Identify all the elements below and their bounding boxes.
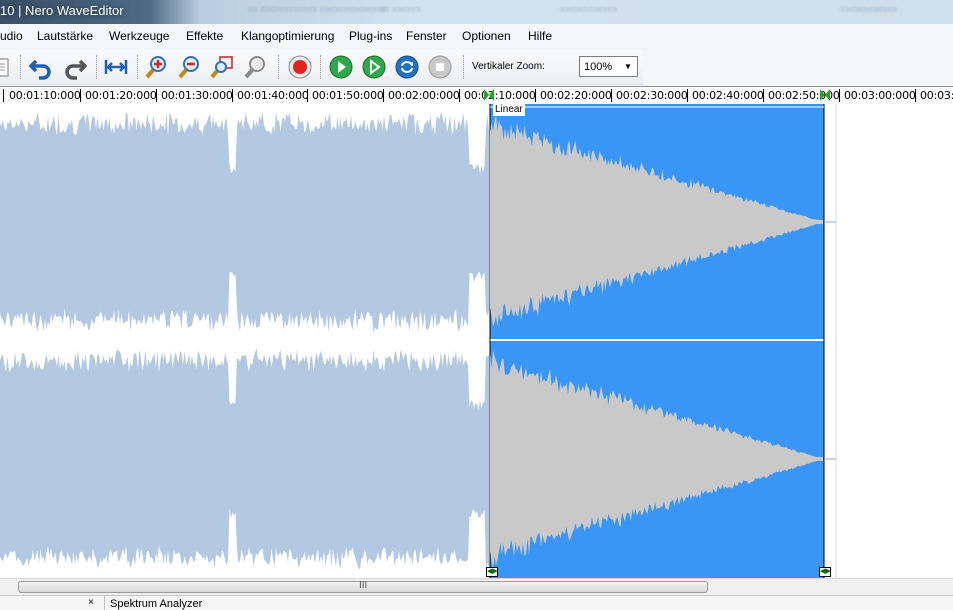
vertical-zoom-value: 100% [584,61,613,73]
ruler-tick-mark [839,89,840,102]
play-icon[interactable] [328,54,354,80]
ruler-tick-mark [535,89,536,102]
stop-icon[interactable] [427,54,453,80]
ruler-tick-mark [307,89,308,102]
ruler-tick-label: 00:03:00:000 [844,89,916,102]
ruler-tick-label: 00:01:50:000 [312,89,384,102]
ruler-tick-label: 00:03:10:000 [920,89,953,102]
loop-icon[interactable] [394,54,420,80]
window-title: 10 | Nero WaveEditor [0,3,124,18]
ruler-tick-label: 00:02:00:000 [388,89,460,102]
toolbar-separator [278,55,280,79]
menu-werkzeuge[interactable]: Werkzeuge [109,29,169,43]
zoom-out-icon[interactable] [176,54,202,80]
selection-start-handle-icon[interactable]: ◀▶ [486,567,498,577]
title-bar: 10 | Nero WaveEditor ▭ ▭▭▭▭▭▭ ▭▭▭▭▭▭▭ ▭ … [0,0,953,24]
ruler-tick-mark [763,89,764,102]
ruler-tick-label: 00:01:10:000 [9,89,81,102]
ruler-tick-mark [383,89,384,102]
menu-hilfe[interactable]: Hilfe [528,29,552,43]
ruler-tick-mark [80,89,81,102]
ruler-tick-mark [156,89,157,102]
bottom-panel: × Spektrum Analyzer [0,595,953,610]
ruler-tick-label: 00:02:20:000 [540,89,612,102]
ruler-tick-label: 00:01:20:000 [85,89,157,102]
bottom-left-panel: × [0,596,105,610]
menu-lautstaerke[interactable]: Lautstärke [37,29,93,43]
menu-optionen[interactable]: Optionen [462,29,511,43]
toolbar-separator [96,55,98,79]
horizontal-scrollbar[interactable]: III [0,578,953,596]
toolbar-separator [20,55,22,79]
waveform-view[interactable] [0,104,953,578]
ruler-tick-label: 00:01:30:000 [161,89,233,102]
chevron-down-icon: ▼ [624,62,632,71]
ruler-tick-label: 00:02:40:000 [692,89,764,102]
background-tab-blur: ▭▭▭▭▭▭ [560,4,617,15]
spectrum-analyzer-tab[interactable]: Spektrum Analyzer [110,598,202,610]
menu-bar: udio Lautstärke Werkzeuge Effekte Klango… [0,24,953,49]
zoom-selection-icon[interactable] [209,54,235,80]
background-tab-blur: ▭ ▭▭▭ [380,4,421,15]
toolbar-separator [320,55,322,79]
ruler-tick-label: 00:01:40:000 [237,89,309,102]
ruler-tick-mark [459,89,460,102]
menu-effekte[interactable]: Effekte [186,29,223,43]
document-icon[interactable] [0,54,16,80]
menu-plugins[interactable]: Plug-ins [349,29,392,43]
zoom-full-icon[interactable] [242,54,268,80]
background-tab-blur: ▭▭▭▭▭▭ [840,4,897,15]
record-icon[interactable] [287,54,313,80]
fade-type-label: Linear [493,104,525,116]
fit-width-icon[interactable] [103,54,129,80]
menu-fenster[interactable]: Fenster [406,29,447,43]
redo-icon[interactable] [62,54,88,80]
scrollbar-grip: III [359,580,368,591]
background-tab-blur: ▭ ▭▭▭▭▭▭ ▭▭▭▭▭▭▭ [248,4,386,15]
zoom-in-icon[interactable] [143,54,169,80]
fade-start-marker-icon[interactable] [482,87,496,104]
close-icon[interactable]: × [88,597,94,608]
vertical-zoom-dropdown[interactable]: 100% ▼ [579,56,638,77]
toolbar-separator [137,55,139,79]
ruler-tick-mark [687,89,688,102]
ruler-tick-label: 00:02:30:000 [616,89,688,102]
waveform-shape [0,348,489,570]
play-selection-icon[interactable] [361,54,387,80]
fade-end-marker-icon[interactable] [818,87,832,104]
menu-audio[interactable]: udio [0,29,23,43]
empty-track-region [824,104,953,578]
ruler-tick-label: 00:02:10:000 [464,89,536,102]
ruler-tick-mark [611,89,612,102]
undo-icon[interactable] [28,54,54,80]
waveform-shape [0,111,489,334]
toolbar-separator [463,55,465,79]
selection-end-handle-icon[interactable]: ◀▶ [819,567,831,577]
ruler-tick-mark [232,89,233,102]
ruler-tick-mark [915,89,916,102]
vertical-zoom-label: Vertikaler Zoom: [472,61,545,72]
timeline-ruler[interactable]: 00:01:10:000 00:01:20:000 00:01:30:000 0… [0,86,953,105]
scrollbar-thumb[interactable]: III [18,580,708,593]
ruler-tick-mark [3,89,4,102]
menu-klangoptimierung[interactable]: Klangoptimierung [241,29,334,43]
toolbar: Vertikaler Zoom: 100% ▼ [0,48,953,86]
